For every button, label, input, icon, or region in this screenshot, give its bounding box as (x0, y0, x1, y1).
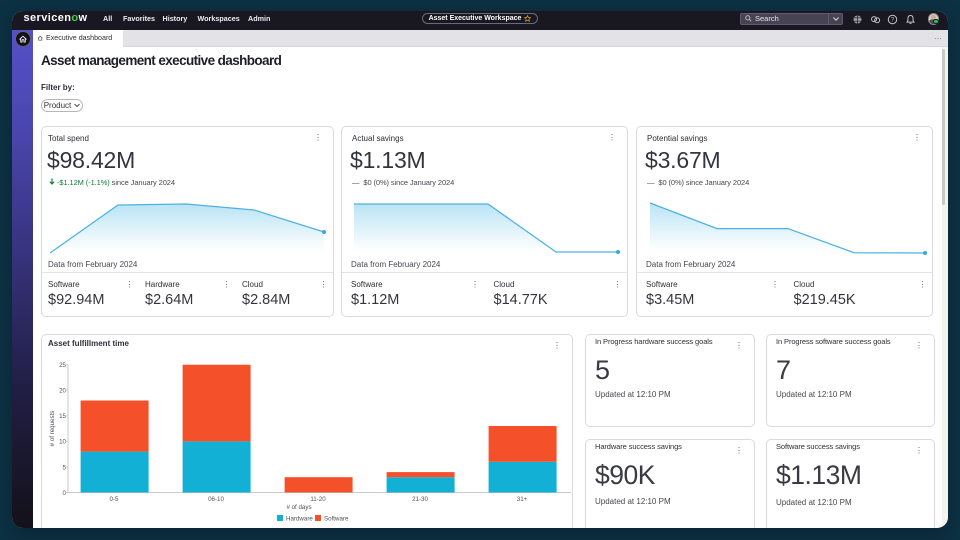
svg-text:5: 5 (63, 464, 67, 471)
svg-text:Hardware: Hardware (286, 515, 313, 522)
svg-text:15: 15 (59, 413, 66, 420)
svg-text:21-30: 21-30 (412, 496, 428, 503)
svg-text:?: ? (891, 17, 895, 23)
svg-text:06-10: 06-10 (208, 496, 224, 503)
svg-text:10: 10 (59, 438, 66, 445)
svg-text:11-20: 11-20 (310, 496, 326, 503)
svg-text:25: 25 (59, 362, 66, 369)
svg-text:Software: Software (324, 515, 349, 522)
svg-text:# of requests: # of requests (49, 410, 56, 446)
svg-text:31+: 31+ (517, 496, 528, 503)
svg-text:# of days: # of days (286, 504, 311, 511)
svg-text:0-5: 0-5 (110, 496, 120, 503)
svg-text:20: 20 (59, 387, 66, 394)
svg-text:0: 0 (63, 489, 67, 496)
